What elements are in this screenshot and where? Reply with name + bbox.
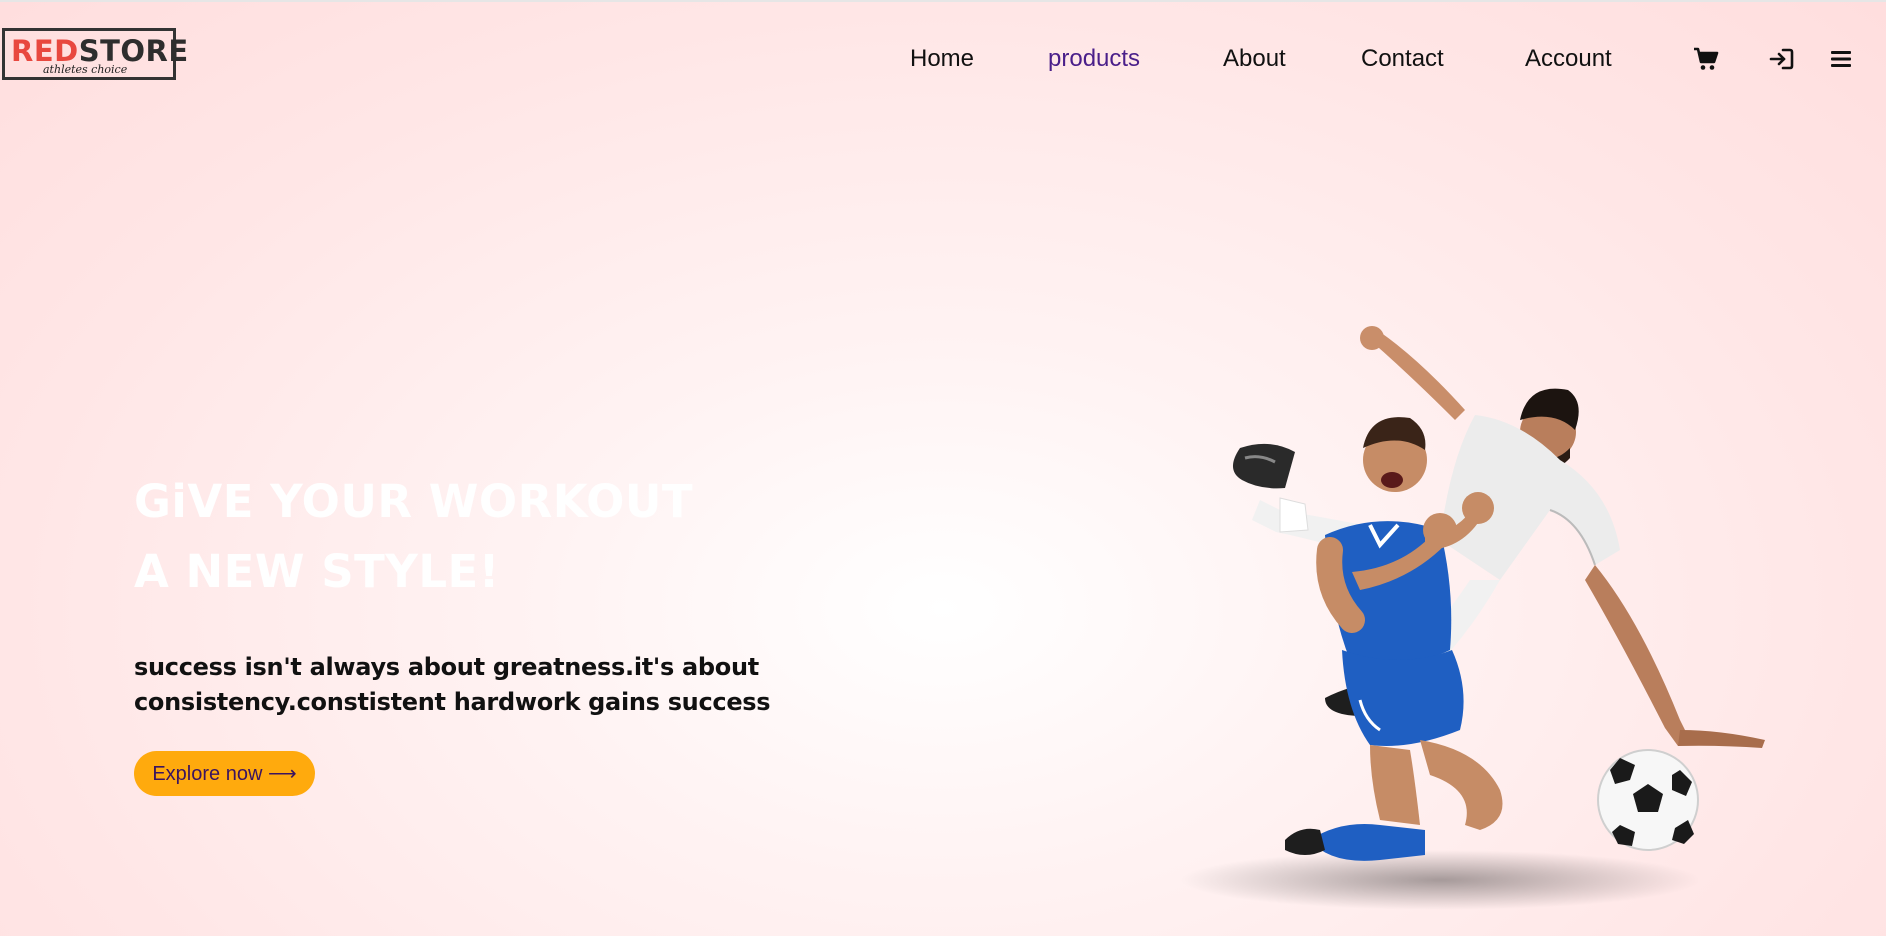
explore-now-button[interactable]: Explore now ⟶ [134, 751, 315, 796]
nav-contact[interactable]: Contact [1361, 44, 1444, 74]
cart-icon[interactable] [1692, 45, 1720, 73]
nav-home[interactable]: Home [910, 44, 974, 74]
menu-icon[interactable] [1827, 45, 1855, 73]
logo-wordmark: REDSTORE [11, 36, 189, 66]
nav-account[interactable]: Account [1525, 44, 1612, 74]
redstore-logo[interactable]: REDSTORE athletes choice [2, 28, 188, 80]
hero-football-players-image [1080, 320, 1800, 920]
logo-tagline: athletes choice [43, 63, 128, 76]
hero-tagline-line2: consistency.constistent hardwork gains s… [134, 688, 771, 716]
nav-products[interactable]: products [1048, 44, 1140, 74]
hero-title-line2: A NEW STYLE! [134, 545, 500, 598]
nav-about[interactable]: About [1223, 44, 1286, 74]
sign-in-icon[interactable] [1768, 45, 1796, 73]
hero-title-line1: GiVE YOUR WORKOUT [134, 475, 694, 528]
hero-tagline-line1: success isn't always about greatness.it'… [134, 653, 759, 681]
top-border [0, 0, 1886, 2]
